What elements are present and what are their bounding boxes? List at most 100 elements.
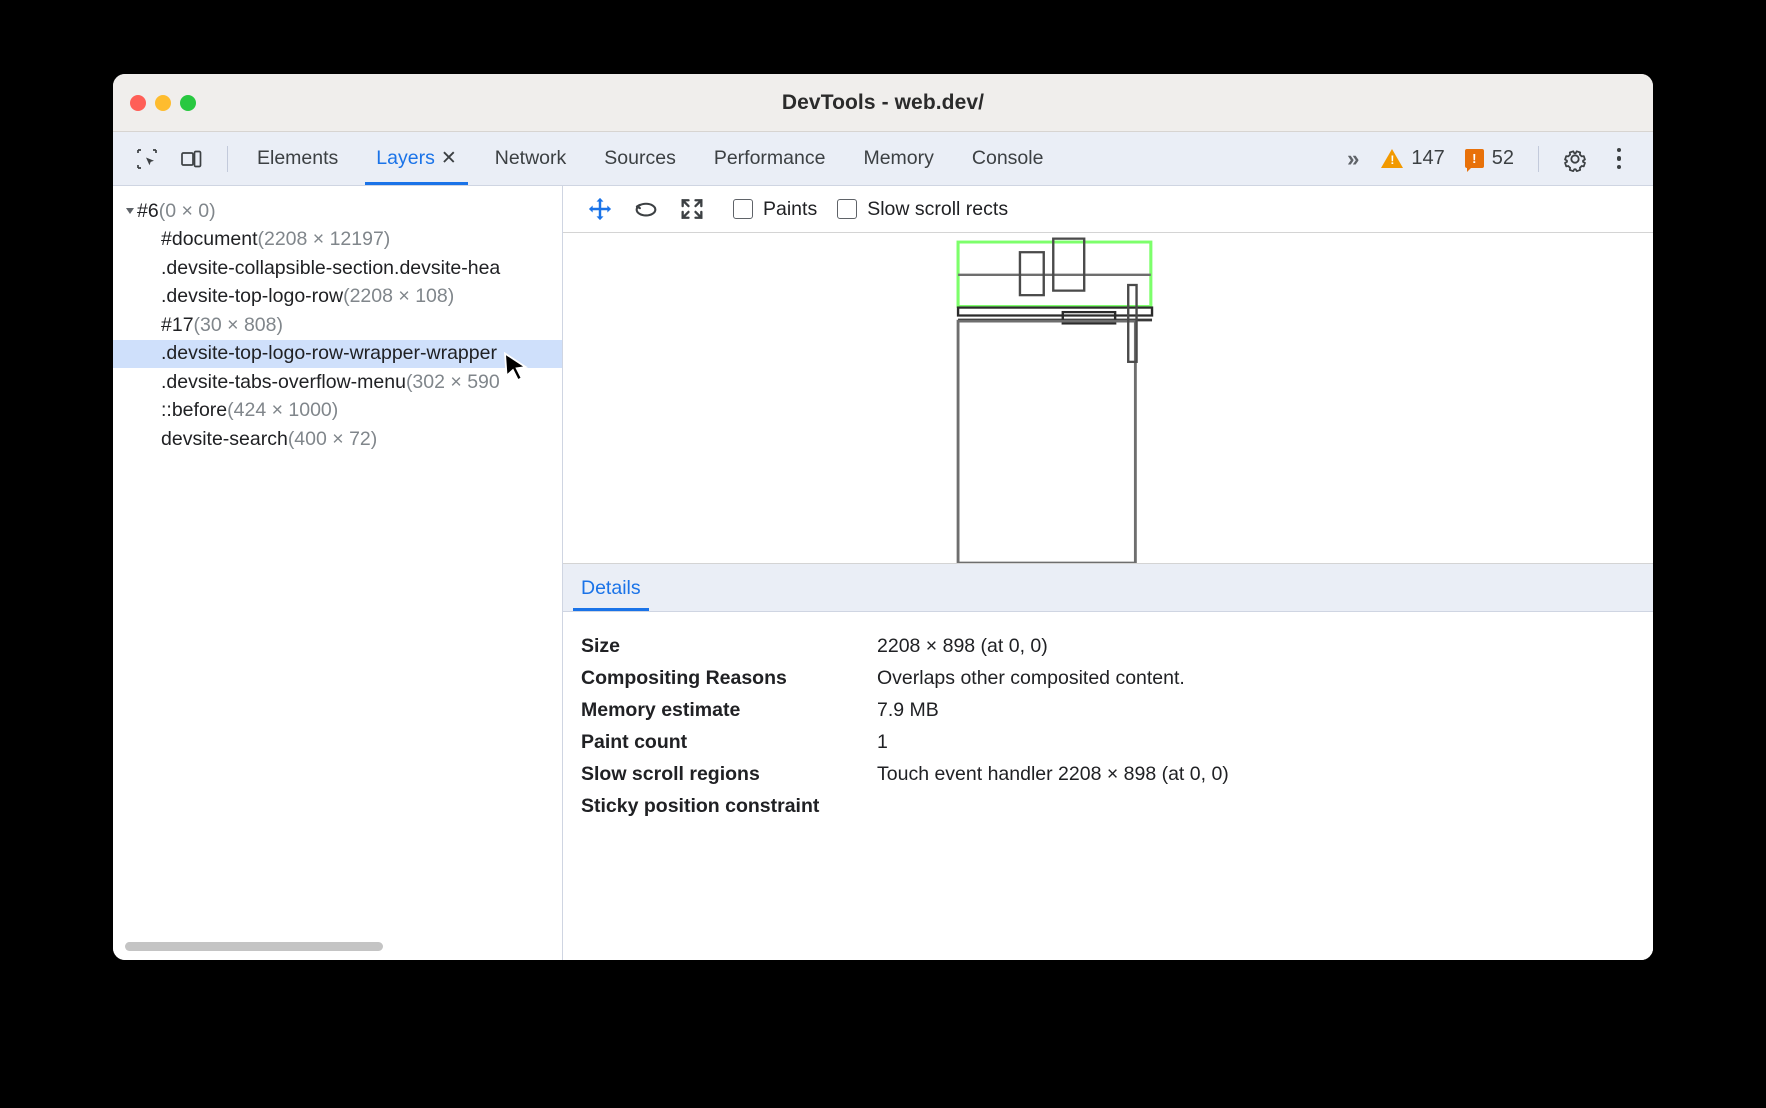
layer-tree-pane: #6 (0 × 0) #document (2208 × 12197) .dev… <box>113 186 563 960</box>
details-panel: Size 2208 × 898 (at 0, 0) Compositing Re… <box>563 612 1653 960</box>
paints-label: Paints <box>763 198 817 221</box>
detail-value: 2208 × 898 (at 0, 0) <box>877 635 1048 658</box>
layer-wireframe <box>563 233 1653 563</box>
layer-tree-row[interactable]: .devsite-tabs-overflow-menu (302 × 590 <box>113 368 562 397</box>
inspect-element-icon[interactable] <box>127 139 167 179</box>
layer-tree-row[interactable]: ::before (424 × 1000) <box>113 397 562 426</box>
detail-row-slow-scroll-regions: Slow scroll regions Touch event handler … <box>581 758 1653 790</box>
tab-sources[interactable]: Sources <box>585 132 695 185</box>
layer-dimensions: (424 × 1000) <box>227 399 338 422</box>
devtools-window: DevTools - web.dev/ <box>113 74 1653 960</box>
tab-performance[interactable]: Performance <box>695 132 845 185</box>
kebab-dots <box>1617 148 1622 170</box>
tab-elements-label: Elements <box>257 147 338 170</box>
slow-scroll-rects-label: Slow scroll rects <box>867 198 1008 221</box>
rotate-mode-icon[interactable] <box>625 190 667 228</box>
layer-name: #6 <box>137 200 159 223</box>
gear-icon[interactable] <box>1555 139 1595 179</box>
layer-name: ::before <box>161 399 227 422</box>
detail-key: Paint count <box>581 731 877 754</box>
device-toolbar-icon[interactable] <box>171 139 211 179</box>
error-icon <box>1465 149 1484 168</box>
tab-network-label: Network <box>495 147 567 170</box>
detail-key: Memory estimate <box>581 699 877 722</box>
tabbar-divider <box>227 146 228 172</box>
detail-row-paint-count: Paint count 1 <box>581 726 1653 758</box>
tabbar-right-group: » 147 52 <box>1339 132 1653 185</box>
layer-dimensions: (400 × 72) <box>288 428 377 451</box>
close-icon[interactable]: ✕ <box>441 149 457 168</box>
window-titlebar: DevTools - web.dev/ <box>113 74 1653 132</box>
layer-name: .devsite-top-logo-row <box>161 285 343 308</box>
tab-layers[interactable]: Layers ✕ <box>357 132 475 185</box>
layer-tree-row[interactable]: #17 (30 × 808) <box>113 311 562 340</box>
layer-dimensions: (2208 × 108) <box>343 285 454 308</box>
tab-elements[interactable]: Elements <box>238 132 357 185</box>
warning-triangle-icon <box>1381 149 1403 168</box>
layer-dimensions: (0 × 0) <box>159 200 216 223</box>
layer-tree-row[interactable]: #document (2208 × 12197) <box>113 226 562 255</box>
slow-scroll-rects-checkbox-row[interactable]: Slow scroll rects <box>837 198 1008 221</box>
detail-value: Overlaps other composited content. <box>877 667 1185 690</box>
detail-value: Touch event handler 2208 × 898 (at 0, 0) <box>877 763 1229 786</box>
tabbar-left-icons <box>113 132 217 185</box>
tab-memory-label: Memory <box>863 147 933 170</box>
paints-checkbox[interactable] <box>733 199 753 219</box>
detail-value: 1 <box>877 731 888 754</box>
tab-memory[interactable]: Memory <box>844 132 952 185</box>
tab-console[interactable]: Console <box>953 132 1063 185</box>
layer-name: #17 <box>161 314 194 337</box>
window-title: DevTools - web.dev/ <box>113 91 1653 115</box>
layer-tree-row[interactable]: .devsite-collapsible-section.devsite-hea <box>113 254 562 283</box>
warning-badge[interactable]: 147 <box>1373 147 1452 170</box>
layer-name: #document <box>161 228 257 251</box>
layer-edge <box>1053 239 1084 291</box>
screen: DevTools - web.dev/ <box>0 0 1766 1108</box>
layer-dimensions: (2208 × 12197) <box>257 228 390 251</box>
document-layer-outline <box>958 321 1135 563</box>
details-tabbar: Details <box>563 564 1653 612</box>
layer-name: .devsite-collapsible-section.devsite-hea <box>161 257 500 280</box>
layer-3d-canvas[interactable] <box>563 233 1653 564</box>
slow-scroll-rects-checkbox[interactable] <box>837 199 857 219</box>
devtools-tabbar: Elements Layers ✕ Network Sources Perfor… <box>113 132 1653 186</box>
layer-tree-row[interactable]: devsite-search (400 × 72) <box>113 425 562 454</box>
layer-dimensions: (30 × 808) <box>194 314 283 337</box>
layer-edge <box>958 308 1152 316</box>
detail-row-sticky-position-constraint: Sticky position constraint <box>581 790 1653 822</box>
warning-count: 147 <box>1411 147 1444 170</box>
detail-row-memory-estimate: Memory estimate 7.9 MB <box>581 694 1653 726</box>
detail-key: Size <box>581 635 877 658</box>
tab-performance-label: Performance <box>714 147 826 170</box>
reset-view-icon[interactable] <box>671 190 713 228</box>
error-count: 52 <box>1492 147 1514 170</box>
layer-name: .devsite-tabs-overflow-menu <box>161 371 406 394</box>
layer-tree-row-root[interactable]: #6 (0 × 0) <box>113 197 562 226</box>
layer-tree-row[interactable]: .devsite-top-logo-row (2208 × 108) <box>113 283 562 312</box>
paints-checkbox-row[interactable]: Paints <box>733 198 817 221</box>
kebab-menu-icon[interactable] <box>1599 139 1639 179</box>
tab-console-label: Console <box>972 147 1044 170</box>
pan-mode-icon[interactable] <box>579 190 621 228</box>
detail-key: Sticky position constraint <box>581 795 877 818</box>
layer-dimensions: (302 × 590 <box>406 371 500 394</box>
tab-network[interactable]: Network <box>476 132 586 185</box>
more-tabs-icon[interactable]: » <box>1339 146 1369 172</box>
tab-layers-label: Layers <box>376 147 435 170</box>
detail-value: 7.9 MB <box>877 699 939 722</box>
tab-details[interactable]: Details <box>563 577 659 611</box>
detail-key: Compositing Reasons <box>581 667 877 690</box>
layer-name: .devsite-top-logo-row-wrapper-wrapper <box>161 342 497 365</box>
error-badge[interactable]: 52 <box>1457 147 1522 170</box>
tab-sources-label: Sources <box>604 147 676 170</box>
chevron-down-icon[interactable] <box>126 208 134 214</box>
devtools-body: #6 (0 × 0) #document (2208 × 12197) .dev… <box>113 186 1653 960</box>
layer-tree-horizontal-scrollbar[interactable] <box>125 942 383 951</box>
layer-tree: #6 (0 × 0) #document (2208 × 12197) .dev… <box>113 186 562 454</box>
layer-name: devsite-search <box>161 428 288 451</box>
layer-tree-row-selected[interactable]: .devsite-top-logo-row-wrapper-wrapper <box>113 340 562 369</box>
layers-view-pane: Paints Slow scroll rects <box>563 186 1653 960</box>
detail-key: Slow scroll regions <box>581 763 877 786</box>
detail-row-compositing-reasons: Compositing Reasons Overlaps other compo… <box>581 662 1653 694</box>
devtools-tabs: Elements Layers ✕ Network Sources Perfor… <box>238 132 1062 185</box>
